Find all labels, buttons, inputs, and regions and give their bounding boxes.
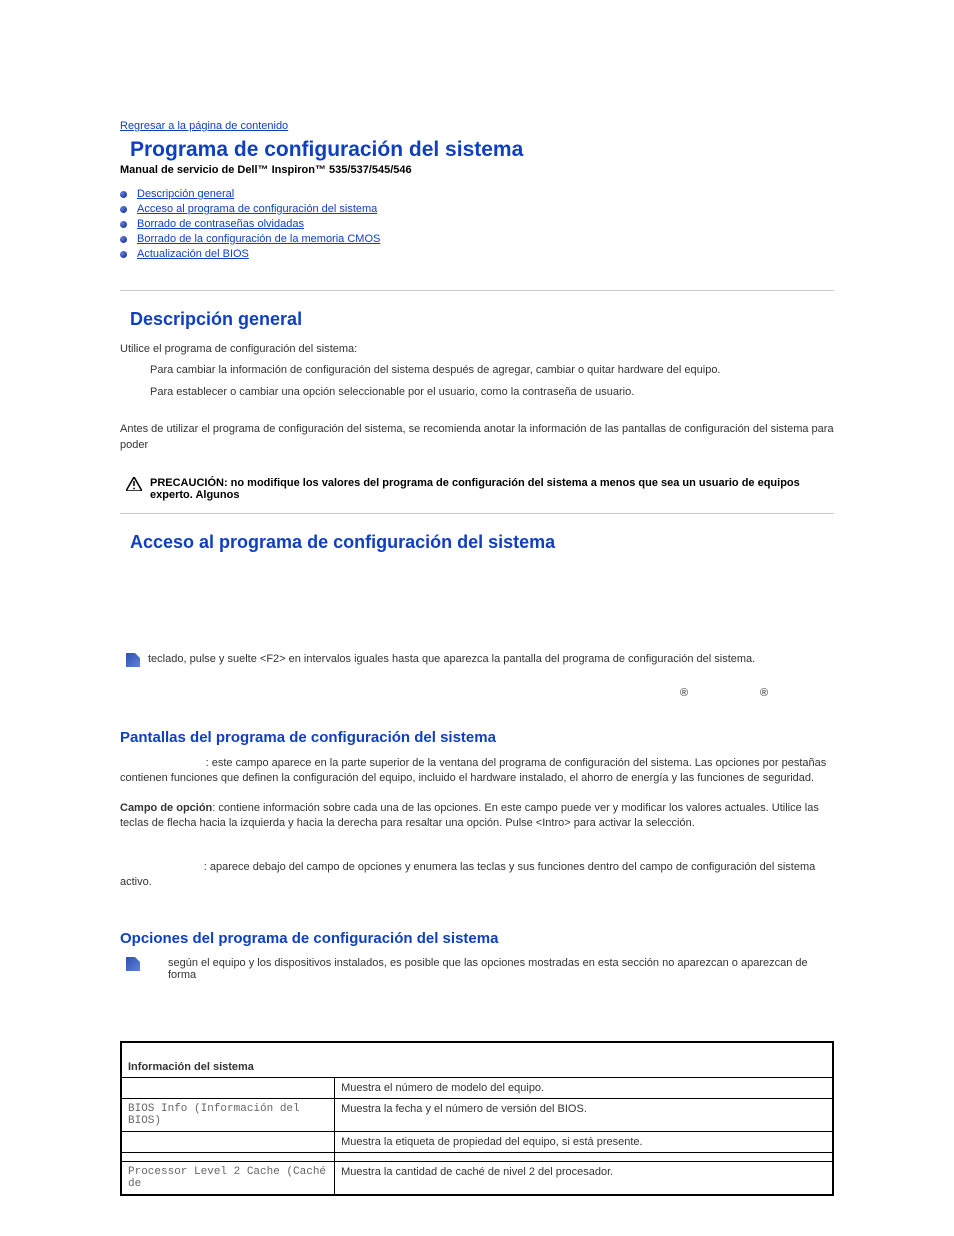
toc-list: Descripción general Acceso al programa d… — [120, 188, 834, 260]
section-heading-overview: Descripción general — [130, 309, 834, 330]
toc-link[interactable]: Descripción general — [137, 188, 234, 200]
toc-item: Acceso al programa de configuración del … — [120, 203, 834, 215]
caution-text: PRECAUCIÓN: no modifique los valores del… — [150, 477, 834, 501]
bullet-icon — [120, 251, 127, 258]
table-cell — [121, 1078, 335, 1099]
table-cell: Muestra la etiqueta de propiedad del equ… — [335, 1132, 833, 1153]
note-text: según el equipo y los dispositivos insta… — [168, 957, 834, 981]
toc-item: Actualización del BIOS — [120, 248, 834, 260]
back-link-anchor[interactable]: Regresar a la página de contenido — [120, 120, 288, 132]
table-cell: Processor Level 2 Cache (Caché de — [121, 1162, 335, 1196]
caution-block: PRECAUCIÓN: no modifique los valores del… — [120, 477, 834, 501]
table-header-row: Información del sistema — [121, 1042, 833, 1078]
table-row: Muestra la etiqueta de propiedad del equ… — [121, 1132, 833, 1153]
paragraph: Lista de opciones: este campo aparece en… — [120, 756, 834, 787]
divider — [120, 513, 834, 514]
toc-link[interactable]: Borrado de contraseñas olvidadas — [137, 218, 304, 230]
back-link[interactable]: Regresar a la página de contenido — [120, 120, 834, 132]
note-icon — [126, 957, 140, 971]
table-cell: BIOS Info (Información del BIOS) — [121, 1099, 335, 1132]
paragraph: Campo de ayuda: aparece debajo del campo… — [120, 860, 834, 891]
registered-icon: ® — [760, 687, 768, 699]
bullet-icon — [120, 206, 127, 213]
bullet-icon — [120, 191, 127, 198]
toc-item: Descripción general — [120, 188, 834, 200]
subtitle: Manual de servicio de Dell™ Inspiron™ 53… — [120, 164, 834, 176]
bullet-icon — [120, 236, 127, 243]
table-row: Processor Level 2 Cache (Caché de Muestr… — [121, 1162, 833, 1196]
toc-link[interactable]: Acceso al programa de configuración del … — [137, 203, 377, 215]
subsection-heading-screens: Pantallas del programa de configuración … — [120, 729, 834, 746]
note-block: según el equipo y los dispositivos insta… — [120, 957, 834, 981]
registered-symbols-row: ® ® — [120, 687, 834, 699]
table-row — [121, 1153, 833, 1162]
table-cell — [121, 1153, 335, 1162]
table-row: BIOS Info (Información del BIOS) Muestra… — [121, 1099, 833, 1132]
toc-link[interactable]: Actualización del BIOS — [137, 248, 249, 260]
table-cell: Muestra el número de modelo del equipo. — [335, 1078, 833, 1099]
warning-triangle-icon — [126, 477, 142, 491]
toc-item: Borrado de la configuración de la memori… — [120, 233, 834, 245]
toc-link[interactable]: Borrado de la configuración de la memori… — [137, 233, 380, 245]
subsection-heading-options: Opciones del programa de configuración d… — [120, 930, 834, 947]
paragraph: Utilice el programa de configuración del… — [120, 342, 834, 357]
registered-icon: ® — [680, 687, 688, 699]
table-cell: Muestra la fecha y el número de versión … — [335, 1099, 833, 1132]
paragraph: Campo de opción: contiene información so… — [120, 801, 834, 832]
toc-item: Borrado de contraseñas olvidadas — [120, 218, 834, 230]
divider — [120, 290, 834, 291]
system-info-table: Información del sistema Muestra el númer… — [120, 1041, 834, 1196]
note-block: teclado, pulse y suelte <F2> en interval… — [120, 653, 834, 667]
section-heading-access: Acceso al programa de configuración del … — [130, 532, 834, 553]
note-icon — [126, 653, 140, 667]
paragraph: Antes de utilizar el programa de configu… — [120, 422, 834, 453]
note-text: teclado, pulse y suelte <F2> en interval… — [148, 653, 755, 665]
bullet-icon — [120, 221, 127, 228]
list-item: Para establecer o cambiar una opción sel… — [150, 385, 834, 400]
table-header-cell: Información del sistema — [121, 1042, 833, 1078]
table-row: Muestra el número de modelo del equipo. — [121, 1078, 833, 1099]
page-title: Programa de configuración del sistema — [130, 138, 834, 162]
table-cell — [121, 1132, 335, 1153]
table-cell: Muestra la cantidad de caché de nivel 2 … — [335, 1162, 833, 1196]
table-cell — [335, 1153, 833, 1162]
list-item: Para cambiar la información de configura… — [150, 363, 834, 378]
